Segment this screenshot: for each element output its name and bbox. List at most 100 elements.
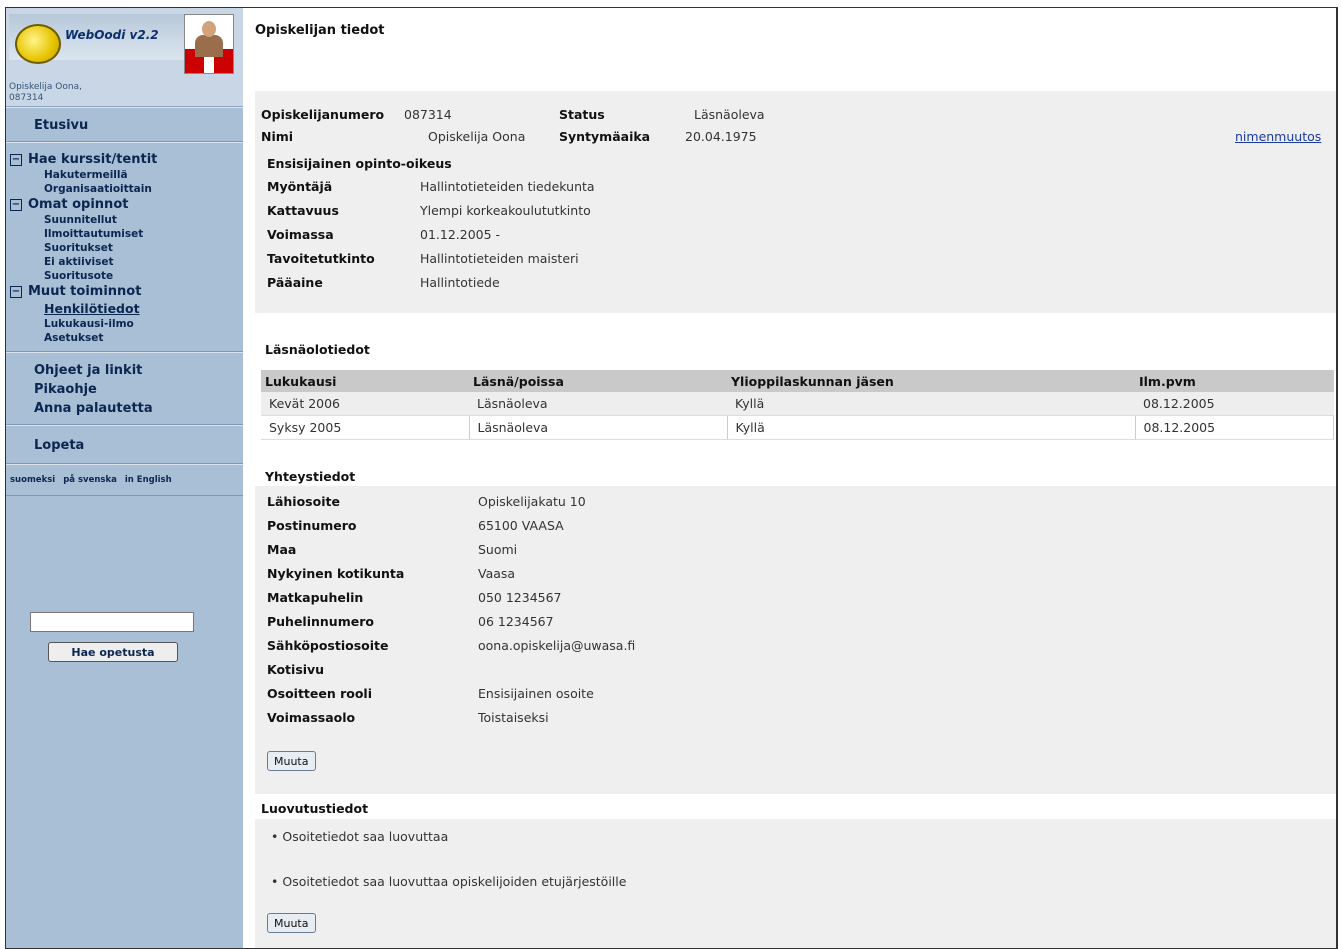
nav-group-search-courses[interactable]: − Hae kurssit/tentit [6, 151, 243, 168]
contact-title: Yhteystiedot [265, 469, 356, 484]
nav-planned[interactable]: Suunnitellut [6, 213, 243, 227]
status-value: Läsnäoleva [694, 107, 765, 122]
table-row: Syksy 2005 Läsnäoleva Kyllä 08.12.2005 [261, 415, 1334, 440]
study-right-title: Ensisijainen opinto-oikeus [267, 156, 452, 171]
cell: Läsnäoleva [469, 392, 727, 416]
country-value: Suomi [478, 542, 518, 557]
nav-registrations[interactable]: Ilmoittautumiset [6, 227, 243, 241]
student-no-value: 087314 [404, 107, 452, 122]
nav-by-organisation[interactable]: Organisaatioittain [6, 182, 243, 196]
search-input[interactable] [30, 612, 194, 632]
nav-logout[interactable]: Lopeta [6, 436, 243, 455]
user-number: 087314 [9, 93, 44, 103]
sidebar: WebOodi v2.2 Opiskelija Oona, 087314 Etu… [6, 8, 243, 948]
mobile-value: 050 1234567 [478, 590, 562, 605]
status-label: Status [559, 107, 605, 122]
col-term: Lukukausi [261, 370, 469, 392]
valid-label: Voimassa [267, 227, 334, 242]
nav-completions[interactable]: Suoritukset [6, 241, 243, 255]
municipality-label: Nykyinen kotikunta [267, 566, 405, 581]
cell: 08.12.2005 [1135, 392, 1334, 416]
cell: Syksy 2005 [261, 415, 470, 440]
student-no-label: Opiskelijanumero [261, 107, 385, 122]
birth-value: 20.04.1975 [685, 129, 757, 144]
col-registration-date: Ilm.pvm [1135, 370, 1334, 392]
name-change-link[interactable]: nimenmuutos [1235, 129, 1321, 144]
mobile-label: Matkapuhelin [267, 590, 364, 605]
postal-value: 65100 VAASA [478, 518, 564, 533]
user-info: Opiskelija Oona, 087314 [9, 82, 82, 104]
collapse-icon[interactable]: − [10, 198, 22, 211]
validity-label: Voimassaolo [267, 710, 356, 725]
nav-feedback[interactable]: Anna palautetta [6, 399, 243, 418]
nav-group-own-studies[interactable]: − Omat opinnot [6, 196, 243, 213]
collapse-icon[interactable]: − [10, 153, 22, 166]
nav-home[interactable]: Etusivu [6, 116, 243, 135]
validity-value: Toistaiseksi [478, 710, 549, 725]
nav-personal-info[interactable]: Henkilötiedot [6, 300, 243, 317]
language-switcher: suomeksi på svenska in English [6, 464, 243, 496]
edit-disclosure-button[interactable]: Muuta [267, 913, 316, 933]
user-photo-icon [184, 14, 234, 74]
valid-value: 01.12.2005 - [420, 227, 501, 242]
cell: 08.12.2005 [1135, 415, 1334, 440]
bullet-icon: • [271, 874, 279, 889]
main-content: Opiskelijan tiedot Opiskelijanumero 0873… [255, 8, 1336, 948]
attendance-table: Lukukausi Läsnä/poissa Ylioppilaskunnan … [261, 370, 1334, 440]
name-value: Opiskelija Oona [428, 129, 526, 144]
disclosure-item-text: Osoitetiedot saa luovuttaa [282, 829, 449, 844]
cell: Läsnäoleva [469, 415, 728, 440]
nav-settings[interactable]: Asetukset [6, 331, 243, 345]
grantor-value: Hallintotieteiden tiedekunta [420, 179, 595, 194]
disclosure-title: Luovutustiedot [261, 801, 369, 816]
nav-group-other[interactable]: − Muut toiminnot [6, 283, 243, 300]
phone-value: 06 1234567 [478, 614, 554, 629]
table-row: Kevät 2006 Läsnäoleva Kyllä 08.12.2005 [261, 392, 1334, 416]
homepage-label: Kotisivu [267, 662, 325, 677]
contact-panel: Lähiosoite Opiskelijakatu 10 Postinumero… [255, 486, 1336, 794]
birth-label: Syntymäaika [559, 129, 651, 144]
nav-transcript[interactable]: Suoritusote [6, 269, 243, 283]
nav-search-terms[interactable]: Hakutermeillä [6, 168, 243, 182]
bullet-icon: • [271, 829, 279, 844]
cell: Kevät 2006 [261, 392, 469, 416]
nav-inactive[interactable]: Ei aktiiviset [6, 255, 243, 269]
coverage-value: Ylempi korkeakoulututkinto [420, 203, 591, 218]
address-role-label: Osoitteen rooli [267, 686, 373, 701]
edit-contact-button[interactable]: Muuta [267, 751, 316, 771]
logo-icon [15, 24, 61, 64]
street-value: Opiskelijakatu 10 [478, 494, 586, 509]
postal-label: Postinumero [267, 518, 357, 533]
user-name: Opiskelija Oona, [9, 82, 82, 92]
lang-finnish[interactable]: suomeksi [10, 475, 55, 485]
phone-label: Puhelinnumero [267, 614, 374, 629]
major-label: Pääaine [267, 275, 323, 290]
nav-term-registration[interactable]: Lukukausi-ilmo [6, 317, 243, 331]
grantor-label: Myöntäjä [267, 179, 333, 194]
email-value: oona.opiskelija@uwasa.fi [478, 638, 636, 653]
search-button[interactable]: Hae opetusta [48, 642, 178, 662]
weboodi-logo[interactable]: WebOodi v2.2 [9, 14, 189, 64]
street-label: Lähiosoite [267, 494, 340, 509]
disclosure-item-text: Osoitetiedot saa luovuttaa opiskelijoide… [282, 874, 627, 889]
country-label: Maa [267, 542, 297, 557]
lang-swedish[interactable]: på svenska [63, 475, 117, 485]
nav-quick-help[interactable]: Pikaohje [6, 380, 243, 399]
page-title: Opiskelijan tiedot [255, 23, 385, 38]
cell: Kyllä [727, 392, 1135, 416]
target-degree-label: Tavoitetutkinto [267, 251, 375, 266]
disclosure-item: • Osoitetiedot saa luovuttaa opiskelijoi… [271, 874, 626, 889]
cell: Kyllä [727, 415, 1136, 440]
disclosure-item: • Osoitetiedot saa luovuttaa [271, 829, 448, 844]
lang-english[interactable]: in English [125, 475, 172, 485]
nav-help-links[interactable]: Ohjeet ja linkit [6, 361, 243, 380]
table-header-row: Lukukausi Läsnä/poissa Ylioppilaskunnan … [261, 370, 1334, 392]
disclosure-panel: • Osoitetiedot saa luovuttaa • Osoitetie… [255, 819, 1336, 948]
major-value: Hallintotiede [420, 275, 500, 290]
collapse-icon[interactable]: − [10, 285, 22, 298]
name-label: Nimi [261, 129, 294, 144]
col-union-member: Ylioppilaskunnan jäsen [727, 370, 1135, 392]
app-window: WebOodi v2.2 Opiskelija Oona, 087314 Etu… [5, 7, 1338, 949]
sidebar-header: WebOodi v2.2 Opiskelija Oona, 087314 [6, 8, 243, 107]
logo-text: WebOodi v2.2 [65, 28, 159, 42]
